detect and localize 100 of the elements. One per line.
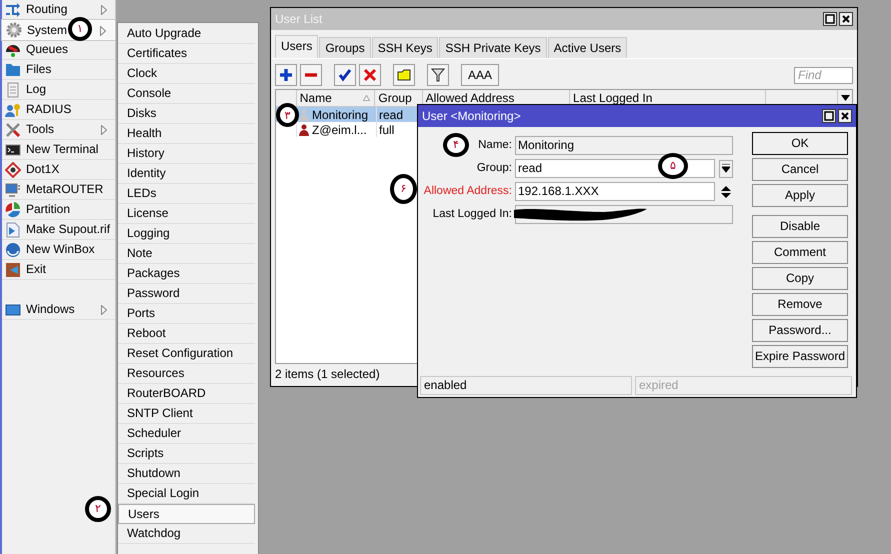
submenu-item[interactable]: Password <box>118 284 255 304</box>
dialog-button[interactable]: OK <box>752 132 848 155</box>
menu-item[interactable]: Dot1X <box>2 160 115 180</box>
submenu-arrow-icon <box>100 26 106 36</box>
submenu-item[interactable]: Clock <box>118 64 255 84</box>
close-icon <box>841 14 851 24</box>
submenu-item[interactable]: Logging <box>118 224 255 244</box>
dropdown-button[interactable] <box>719 160 733 178</box>
submenu-item[interactable]: LEDs <box>118 184 255 204</box>
submenu-item[interactable]: Resources <box>118 364 255 384</box>
submenu-item[interactable]: Console <box>118 84 255 104</box>
field-label: Group: <box>476 162 512 176</box>
close-button[interactable] <box>838 109 852 123</box>
tab[interactable]: Groups <box>319 37 371 58</box>
dialog-button[interactable]: Password... <box>752 319 848 342</box>
menu-item[interactable]: Tools <box>2 120 115 140</box>
submenu-item[interactable]: Disks <box>118 104 255 124</box>
submenu-item[interactable]: Identity <box>118 164 255 184</box>
dialog-button[interactable]: Copy <box>752 267 848 290</box>
cross-icon <box>363 68 377 82</box>
note-icon <box>397 68 411 82</box>
sort-icon <box>363 95 370 102</box>
globe-icon <box>5 242 21 258</box>
menu-item[interactable]: Windows <box>2 300 115 320</box>
status-cell: expired <box>635 376 852 395</box>
submenu-arrow-icon <box>101 125 107 135</box>
submenu-item[interactable]: SNTP Client <box>118 404 255 424</box>
status-cell: enabled <box>420 376 632 395</box>
exit-icon <box>5 262 21 278</box>
submenu-item[interactable]: Shutdown <box>118 464 255 484</box>
submenu-arrow-icon <box>101 5 107 15</box>
submenu-item[interactable]: Users <box>118 504 255 524</box>
submenu-item[interactable]: RouterBOARD <box>118 384 255 404</box>
dialog-button[interactable]: Expire Password <box>752 345 848 368</box>
maximize-button[interactable] <box>823 12 837 26</box>
submenu-item[interactable]: Certificates <box>118 44 255 64</box>
maximize-icon <box>824 111 834 121</box>
terminal-icon <box>5 142 21 158</box>
window-icon <box>5 302 21 318</box>
dialog-button[interactable]: Apply <box>752 184 848 207</box>
menu-item[interactable]: Queues <box>2 40 115 60</box>
submenu-item[interactable]: Auto Upgrade <box>118 24 255 44</box>
menu-item[interactable]: MetaROUTER <box>2 180 115 200</box>
submenu-item[interactable]: Note <box>118 244 255 264</box>
menu-item[interactable]: RADIUS <box>2 100 115 120</box>
submenu-item[interactable]: Packages <box>118 264 255 284</box>
arrows-icon <box>5 2 21 18</box>
gear-icon <box>6 22 22 38</box>
aaa-button[interactable]: AAA <box>461 64 500 86</box>
person-key-icon <box>5 102 21 118</box>
menu-item[interactable]: New Terminal <box>2 140 115 160</box>
submenu-item[interactable]: Reboot <box>118 324 255 344</box>
check-icon <box>338 68 352 82</box>
dialog-button[interactable]: Cancel <box>752 158 848 181</box>
name-field[interactable]: Monitoring <box>515 136 733 155</box>
maximize-icon <box>825 14 835 24</box>
submenu-item[interactable]: License <box>118 204 255 224</box>
tab[interactable]: Active Users <box>548 37 628 58</box>
dialog-title: User <Monitoring> <box>422 108 521 124</box>
menu-item[interactable]: Files <box>2 60 115 80</box>
menu-item[interactable]: Exit <box>2 260 115 280</box>
filter-button[interactable] <box>427 64 449 86</box>
find-field[interactable]: Find <box>794 66 853 84</box>
disable-button[interactable] <box>359 64 381 86</box>
folder-icon <box>5 62 21 78</box>
dropdown-icon <box>722 164 730 173</box>
address-field[interactable]: 192.168.1.XXX <box>515 182 715 201</box>
submenu-item[interactable]: Scheduler <box>118 424 255 444</box>
tab[interactable]: SSH Keys <box>372 37 438 58</box>
submenu-item[interactable]: Reset Configuration <box>118 344 255 364</box>
menu-item[interactable]: Partition <box>2 200 115 220</box>
submenu-item[interactable]: Health <box>118 124 255 144</box>
status-text: 2 items (1 selected) <box>275 367 380 381</box>
monitor-icon <box>5 182 21 198</box>
submenu-item[interactable]: Scripts <box>118 444 255 464</box>
comment-button[interactable] <box>393 64 415 86</box>
tab[interactable]: Users <box>275 35 318 58</box>
table-cell: Z@eim.l... <box>312 122 367 138</box>
wrench-icon <box>5 122 21 138</box>
dialog-button[interactable]: Remove <box>752 293 848 316</box>
submenu-item[interactable]: Watchdog <box>118 524 255 544</box>
submenu-item[interactable]: Ports <box>118 304 255 324</box>
file-arrow-icon <box>5 222 21 238</box>
field-label: Last Logged In: <box>432 208 512 222</box>
field-label: Allowed Address: <box>424 184 512 198</box>
close-button[interactable] <box>839 12 853 26</box>
tab[interactable]: SSH Private Keys <box>439 37 547 58</box>
column-header[interactable]: Name <box>296 90 376 106</box>
field-label: Name: <box>478 138 512 152</box>
remove-button[interactable] <box>300 64 322 86</box>
menu-item[interactable]: Log <box>2 80 115 100</box>
menu-item[interactable]: New WinBox <box>2 240 115 260</box>
menu-item[interactable]: Make Supout.rif <box>2 220 115 240</box>
submenu-item[interactable]: History <box>118 144 255 164</box>
dialog-button[interactable]: Disable <box>752 215 848 238</box>
dialog-button[interactable]: Comment <box>752 241 848 264</box>
maximize-button[interactable] <box>822 109 836 123</box>
enable-button[interactable] <box>334 64 356 86</box>
add-button[interactable] <box>275 64 297 86</box>
close-icon <box>840 111 850 121</box>
